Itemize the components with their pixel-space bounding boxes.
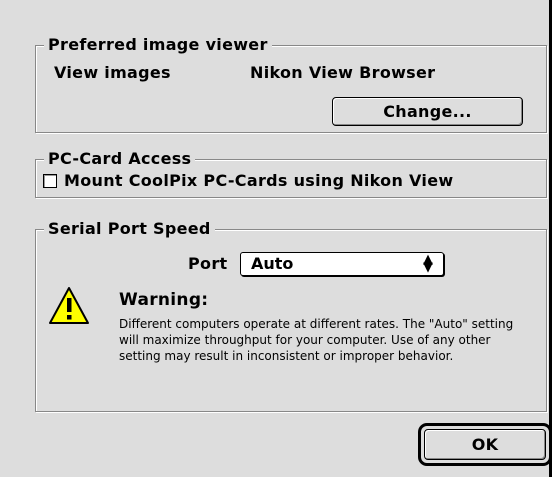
viewer-value: Nikon View Browser: [250, 63, 436, 82]
ok-button-outline: OK: [418, 423, 552, 466]
pccard-access-title: PC-Card Access: [44, 149, 196, 169]
serial-port-title: Serial Port Speed: [44, 219, 215, 239]
view-images-label: View images: [54, 63, 171, 82]
warning-title: Warning:: [119, 290, 209, 310]
port-label: Port: [188, 254, 228, 273]
warning-icon: [49, 287, 89, 324]
port-select[interactable]: Auto ▲ ▼: [240, 252, 444, 276]
mount-pccards-checkbox[interactable]: [43, 174, 57, 188]
change-button[interactable]: Change...: [332, 97, 523, 126]
ok-button[interactable]: OK: [424, 429, 546, 460]
warning-text: Different computers operate at different…: [119, 317, 514, 363]
preferred-viewer-title: Preferred image viewer: [44, 35, 272, 55]
port-select-value: Auto: [251, 254, 294, 273]
preferences-dialog: Preferred image viewer View images Nikon…: [0, 0, 552, 477]
select-arrows-icon: ▲ ▼: [423, 252, 433, 275]
mount-pccards-label[interactable]: Mount CoolPix PC-Cards using Nikon View: [64, 171, 453, 190]
